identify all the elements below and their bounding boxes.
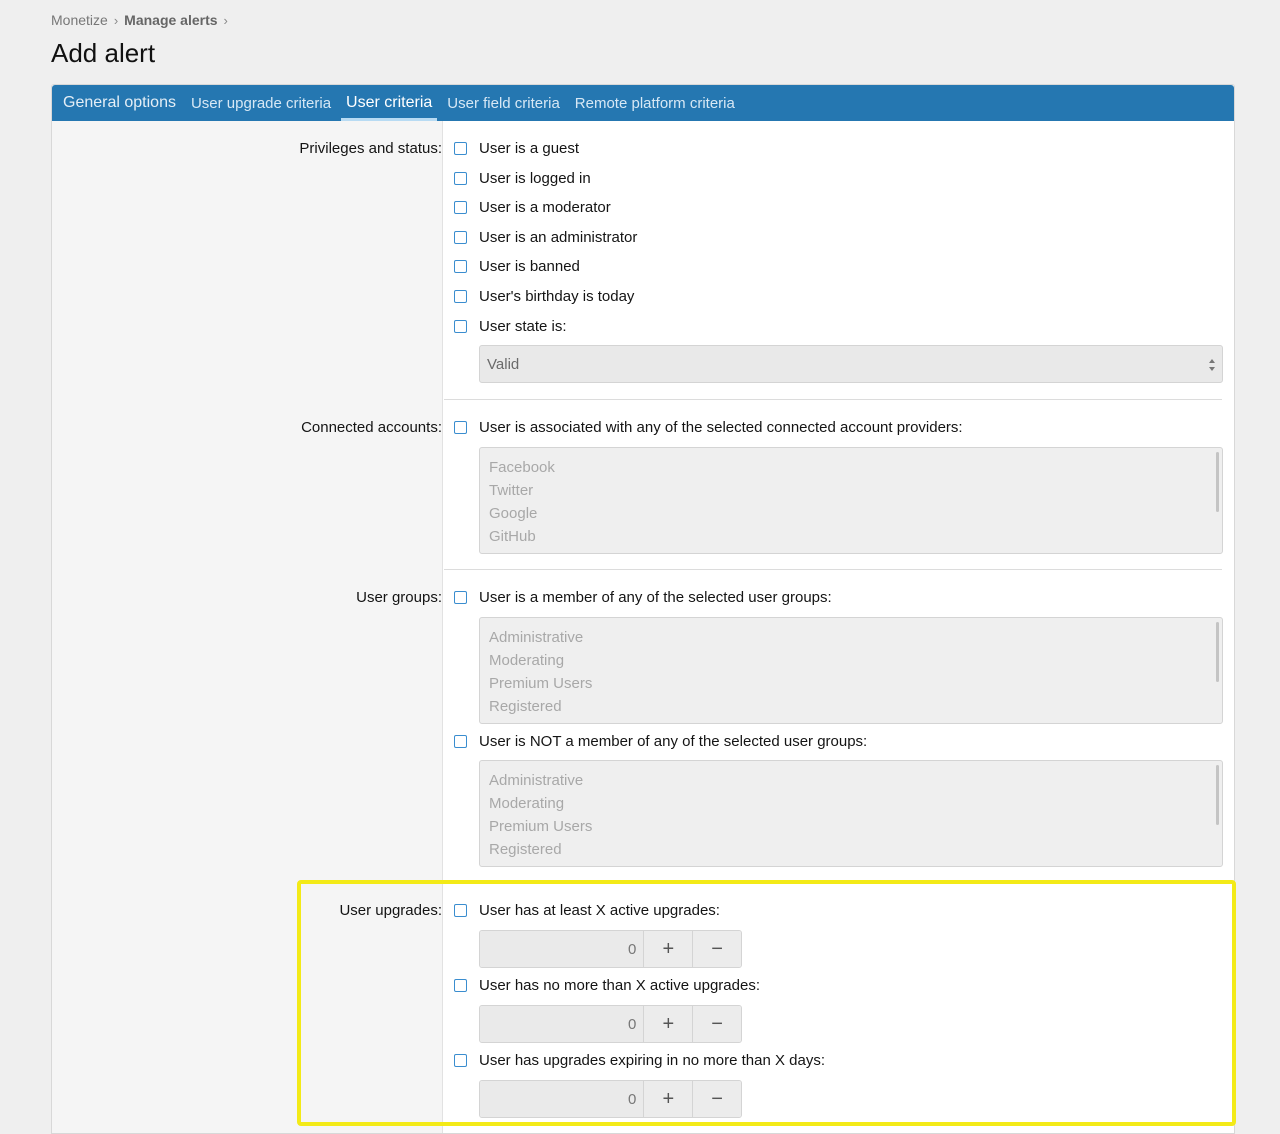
list-option[interactable]: Administrative [489, 626, 1213, 649]
tab-remote-platform-criteria[interactable]: Remote platform criteria [570, 85, 740, 121]
tab-bar: General options User upgrade criteria Us… [52, 85, 1234, 121]
checkbox-user-banned[interactable]: User is banned [454, 258, 580, 275]
list-option[interactable]: Registered [489, 838, 1213, 861]
user-state-select-value: Valid [487, 355, 520, 373]
checkbox-label: User's birthday is today [479, 288, 635, 305]
user-upgrades-label: User upgrades: [339, 902, 442, 919]
checkbox-user-state[interactable]: User state is: [454, 318, 567, 335]
checkbox-label: User is associated with any of the selec… [479, 419, 963, 436]
checkbox-label: User has at least X active upgrades: [479, 902, 720, 919]
list-option[interactable]: Facebook [489, 456, 1213, 479]
breadcrumb: Monetize › Manage alerts › [51, 12, 234, 28]
scrollbar[interactable] [1216, 765, 1219, 825]
checkbox-at-least-upgrades[interactable]: User has at least X active upgrades: [454, 902, 720, 919]
plus-icon[interactable]: + [643, 1006, 693, 1042]
member-groups-list[interactable]: Administrative Moderating Premium Users … [479, 617, 1223, 724]
checkbox[interactable] [454, 735, 467, 748]
checkbox[interactable] [454, 1054, 467, 1067]
list-option[interactable]: Premium Users [489, 672, 1213, 695]
checkbox-label: User is a member of any of the selected … [479, 589, 832, 606]
list-option[interactable]: Moderating [489, 792, 1213, 815]
page-title: Add alert [51, 38, 156, 68]
minus-icon[interactable]: − [692, 1006, 741, 1042]
checkbox[interactable] [454, 142, 467, 155]
chevron-right-icon: › [223, 12, 228, 28]
checkbox-connected-accounts[interactable]: User is associated with any of the selec… [454, 419, 963, 436]
checkbox[interactable] [454, 290, 467, 303]
connected-providers-list[interactable]: Facebook Twitter Google GitHub [479, 447, 1223, 554]
minus-icon[interactable]: − [692, 1081, 741, 1117]
checkbox-user-birthday[interactable]: User's birthday is today [454, 288, 634, 305]
plus-icon[interactable]: + [643, 931, 693, 967]
list-option[interactable]: Registered [489, 695, 1213, 718]
chevron-right-icon: › [113, 12, 119, 28]
checkbox-label: User is a moderator [479, 199, 611, 216]
checkbox-label: User is a guest [479, 140, 580, 157]
list-option[interactable]: Administrative [489, 769, 1213, 792]
at-least-upgrades-stepper[interactable]: 0 + − [479, 930, 742, 968]
stepper-value[interactable]: 0 [480, 931, 644, 967]
scrollbar[interactable] [1216, 622, 1219, 682]
divider [444, 399, 1222, 400]
tab-user-criteria[interactable]: User criteria [341, 85, 438, 121]
minus-icon[interactable]: − [692, 931, 741, 967]
checkbox-user-logged-in[interactable]: User is logged in [454, 170, 591, 187]
list-option[interactable]: Moderating [489, 649, 1213, 672]
divider [444, 569, 1222, 570]
checkbox[interactable] [454, 231, 467, 244]
checkbox-label: User is NOT a member of any of the selec… [479, 733, 868, 750]
checkbox[interactable] [454, 260, 467, 273]
breadcrumb-manage-alerts[interactable]: Manage alerts [124, 12, 217, 28]
checkbox-label: User is logged in [479, 170, 591, 187]
not-member-groups-list[interactable]: Administrative Moderating Premium Users … [479, 760, 1223, 867]
checkbox-label: User state is: [479, 318, 567, 335]
checkbox-label: User has upgrades expiring in no more th… [479, 1052, 826, 1069]
list-option[interactable]: Google [489, 502, 1213, 525]
connected-accounts-label: Connected accounts: [301, 419, 442, 436]
expiring-upgrades-stepper[interactable]: 0 + − [479, 1080, 742, 1118]
scrollbar[interactable] [1216, 452, 1219, 512]
checkbox-user-guest[interactable]: User is a guest [454, 140, 579, 157]
alert-form-panel: General options User upgrade criteria Us… [51, 84, 1235, 1134]
plus-icon[interactable]: + [643, 1081, 693, 1117]
checkbox-label: User is an administrator [479, 229, 638, 246]
checkbox[interactable] [454, 979, 467, 992]
checkbox[interactable] [454, 201, 467, 214]
user-state-select[interactable]: Valid [479, 345, 1223, 383]
checkbox-label: User is banned [479, 258, 580, 275]
checkbox-user-administrator[interactable]: User is an administrator [454, 229, 637, 246]
tab-user-upgrade-criteria[interactable]: User upgrade criteria [186, 85, 336, 121]
checkbox-expiring-upgrades[interactable]: User has upgrades expiring in no more th… [454, 1052, 825, 1069]
checkbox[interactable] [454, 421, 467, 434]
tab-general-options[interactable]: General options [58, 85, 181, 121]
select-arrows-icon [1209, 359, 1215, 371]
checkbox-not-member-groups[interactable]: User is NOT a member of any of the selec… [454, 733, 867, 750]
checkbox[interactable] [454, 172, 467, 185]
list-option[interactable]: Premium Users [489, 815, 1213, 838]
checkbox[interactable] [454, 904, 467, 917]
stepper-value[interactable]: 0 [480, 1006, 644, 1042]
user-groups-label: User groups: [356, 589, 442, 606]
no-more-upgrades-stepper[interactable]: 0 + − [479, 1005, 742, 1043]
checkbox[interactable] [454, 591, 467, 604]
checkbox-no-more-upgrades[interactable]: User has no more than X active upgrades: [454, 977, 760, 994]
list-option[interactable]: GitHub [489, 525, 1213, 548]
tab-user-field-criteria[interactable]: User field criteria [442, 85, 565, 121]
privileges-label: Privileges and status: [299, 140, 442, 157]
label-column: Privileges and status: Connected account… [52, 121, 443, 1133]
checkbox[interactable] [454, 320, 467, 333]
checkbox-user-moderator[interactable]: User is a moderator [454, 199, 611, 216]
list-option[interactable]: Twitter [489, 479, 1213, 502]
breadcrumb-monetize[interactable]: Monetize [51, 12, 108, 28]
stepper-value[interactable]: 0 [480, 1081, 644, 1117]
checkbox-label: User has no more than X active upgrades: [479, 977, 760, 994]
checkbox-member-groups[interactable]: User is a member of any of the selected … [454, 589, 832, 606]
